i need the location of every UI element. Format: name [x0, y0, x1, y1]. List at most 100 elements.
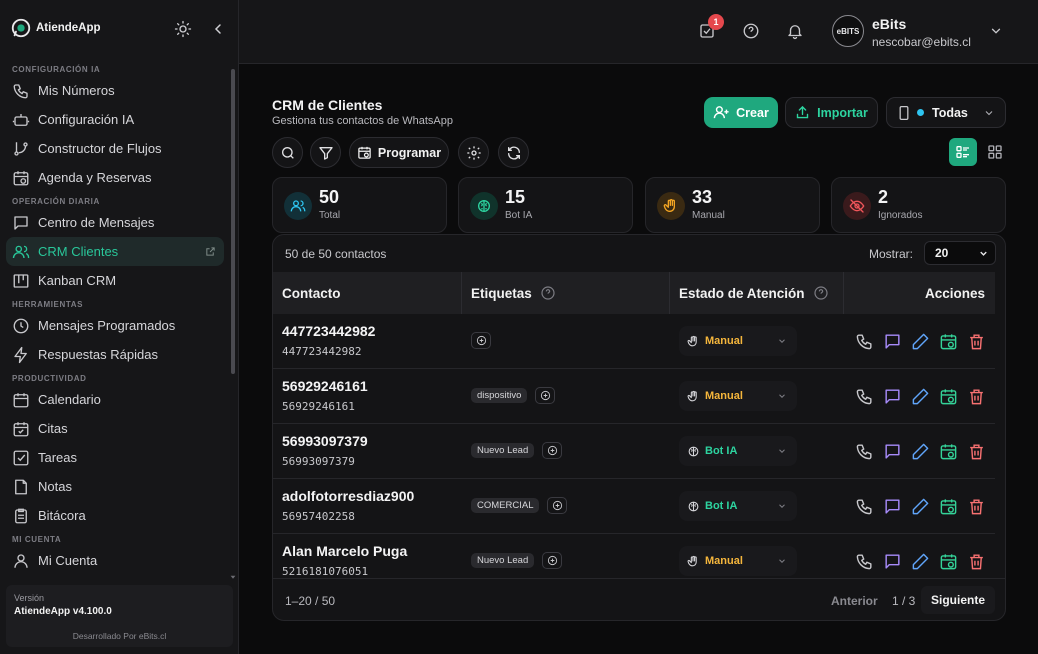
- contact-name[interactable]: adolfotorresdiaz900: [282, 488, 414, 504]
- sidebar-item-agenda-reservas[interactable]: Agenda y Reservas: [6, 163, 224, 192]
- trash-icon[interactable]: [967, 497, 986, 516]
- help-circle-icon[interactable]: [813, 285, 829, 301]
- schedule-message-icon[interactable]: [939, 442, 958, 461]
- schedule-message-icon[interactable]: [939, 332, 958, 351]
- list-view-toggle[interactable]: [949, 138, 977, 166]
- add-tag-button[interactable]: [535, 387, 556, 404]
- add-tag-button[interactable]: [542, 442, 563, 459]
- status-select[interactable]: Bot IA: [679, 436, 797, 466]
- call-icon[interactable]: [855, 552, 874, 571]
- sun-icon[interactable]: [174, 20, 192, 38]
- status-select[interactable]: Manual: [679, 381, 797, 411]
- chat-icon[interactable]: [883, 332, 902, 351]
- help-icon[interactable]: [742, 22, 760, 40]
- previous-page-button[interactable]: Anterior: [831, 594, 878, 608]
- sidebar-item-respuestas-rapidas[interactable]: Respuestas Rápidas: [6, 340, 224, 369]
- chat-icon[interactable]: [883, 387, 902, 406]
- table-row[interactable]: 56929246161 56929246161 dispositivo Manu…: [273, 369, 995, 424]
- call-icon[interactable]: [855, 442, 874, 461]
- sidebar-item-mensajes-programados[interactable]: Mensajes Programados: [6, 311, 224, 340]
- trash-icon[interactable]: [967, 442, 986, 461]
- user-name[interactable]: eBits: [872, 16, 906, 32]
- contact-name[interactable]: 447723442982: [282, 323, 375, 339]
- sidebar-scrollbar[interactable]: [230, 65, 236, 580]
- tag-chip[interactable]: Nuevo Lead: [471, 553, 535, 568]
- page-title: CRM de Clientes: [272, 97, 383, 113]
- chevron-left-icon[interactable]: [210, 20, 226, 38]
- contact-name[interactable]: 56929246161: [282, 378, 368, 394]
- edit-icon[interactable]: [911, 442, 930, 461]
- chat-icon[interactable]: [883, 552, 902, 571]
- schedule-button[interactable]: Programar: [349, 137, 449, 168]
- column-header-tags[interactable]: Etiquetas: [471, 272, 556, 314]
- edit-icon[interactable]: [911, 387, 930, 406]
- help-circle-icon[interactable]: [540, 285, 556, 301]
- chat-icon[interactable]: [883, 497, 902, 516]
- sidebar-item-kanban-crm[interactable]: Kanban CRM: [6, 266, 224, 295]
- contact-name[interactable]: 56993097379: [282, 433, 368, 449]
- sidebar-item-centro-mensajes[interactable]: Centro de Mensajes: [6, 208, 224, 237]
- schedule-message-icon[interactable]: [939, 387, 958, 406]
- import-button[interactable]: Importar: [785, 97, 878, 128]
- create-button[interactable]: Crear: [704, 97, 778, 128]
- sidebar-item-tareas[interactable]: Tareas: [6, 443, 224, 472]
- table-row[interactable]: adolfotorresdiaz900 56957402258 COMERCIA…: [273, 479, 995, 534]
- call-icon[interactable]: [855, 387, 874, 406]
- search-button[interactable]: [272, 137, 303, 168]
- trash-icon[interactable]: [967, 387, 986, 406]
- edit-icon[interactable]: [911, 497, 930, 516]
- stat-card-total[interactable]: 50 Total: [272, 177, 447, 233]
- external-link-icon[interactable]: [205, 246, 216, 257]
- trash-icon[interactable]: [967, 552, 986, 571]
- sidebar-item-mis-numeros[interactable]: Mis Números: [6, 76, 224, 105]
- sidebar-item-citas[interactable]: Citas: [6, 414, 224, 443]
- number-filter-select[interactable]: Todas: [886, 97, 1006, 128]
- bell-icon[interactable]: [786, 22, 804, 40]
- scroll-down-icon[interactable]: [230, 574, 236, 580]
- table-row[interactable]: 56993097379 56993097379 Nuevo Lead Bot I…: [273, 424, 995, 479]
- avatar[interactable]: eBITS: [832, 15, 864, 47]
- add-tag-button[interactable]: [471, 332, 491, 349]
- settings-button[interactable]: [458, 137, 489, 168]
- schedule-message-icon[interactable]: [939, 497, 958, 516]
- filter-button[interactable]: [310, 137, 341, 168]
- tag-chip[interactable]: COMERCIAL: [471, 498, 540, 513]
- sidebar-item-crm-clientes[interactable]: CRM Clientes: [6, 237, 224, 266]
- sidebar-item-notas[interactable]: Notas: [6, 472, 224, 501]
- column-header-contact[interactable]: Contacto: [282, 272, 341, 314]
- call-icon[interactable]: [855, 497, 874, 516]
- edit-icon[interactable]: [911, 552, 930, 571]
- add-tag-button[interactable]: [542, 552, 563, 569]
- chat-icon[interactable]: [883, 442, 902, 461]
- sidebar-item-bitacora[interactable]: Bitácora: [6, 501, 224, 530]
- sidebar-item-calendario[interactable]: Calendario: [6, 385, 224, 414]
- next-page-button[interactable]: Siguiente: [921, 586, 996, 614]
- brand[interactable]: AtiendeApp: [10, 17, 101, 39]
- sidebar-item-constructor-flujos[interactable]: Constructor de Flujos: [6, 134, 224, 163]
- schedule-message-icon[interactable]: [939, 552, 958, 571]
- table-row[interactable]: Alan Marcelo Puga 5216181076051 Nuevo Le…: [273, 534, 995, 578]
- tag-chip[interactable]: dispositivo: [471, 388, 528, 403]
- status-select[interactable]: Manual: [679, 546, 797, 576]
- sidebar-item-mi-cuenta[interactable]: Mi Cuenta: [6, 546, 224, 575]
- edit-icon[interactable]: [911, 332, 930, 351]
- tag-chip[interactable]: Nuevo Lead: [471, 443, 535, 458]
- status-select[interactable]: Bot IA: [679, 491, 797, 521]
- chevron-down-icon[interactable]: [989, 24, 1003, 38]
- refresh-button[interactable]: [498, 137, 529, 168]
- contact-name[interactable]: Alan Marcelo Puga: [282, 543, 407, 559]
- status-select[interactable]: Manual: [679, 326, 797, 356]
- sidebar-item-configuracion-ia[interactable]: Configuración IA: [6, 105, 224, 134]
- trash-icon[interactable]: [967, 332, 986, 351]
- scroll-thumb[interactable]: [231, 69, 235, 374]
- grid-view-toggle[interactable]: [981, 138, 1009, 166]
- column-header-status[interactable]: Estado de Atención: [679, 272, 829, 314]
- table-row[interactable]: 447723442982 447723442982 Manual: [273, 314, 995, 369]
- stat-card-bot-ia[interactable]: 15 Bot IA: [458, 177, 633, 233]
- stat-card-manual[interactable]: 33 Manual: [645, 177, 820, 233]
- page-size-select[interactable]: 20: [924, 241, 996, 265]
- call-icon[interactable]: [855, 332, 874, 351]
- column-header-label: Acciones: [925, 285, 986, 301]
- add-tag-button[interactable]: [547, 497, 568, 514]
- stat-card-ignorados[interactable]: 2 Ignorados: [831, 177, 1006, 233]
